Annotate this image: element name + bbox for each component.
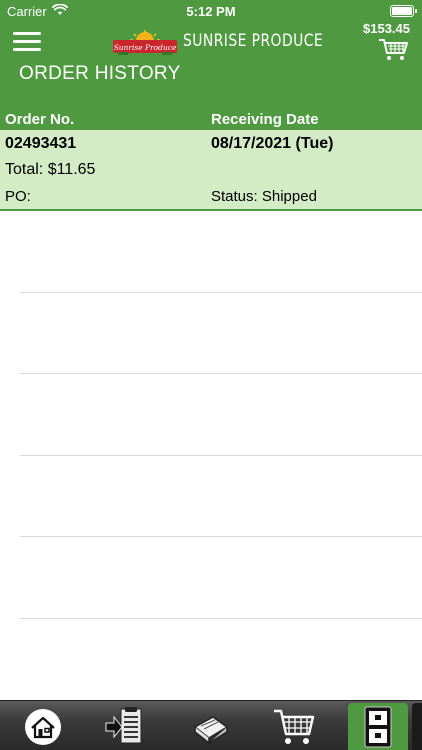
status-bar: Carrier 5:12 PM [0,0,422,22]
cart-tab-icon [274,709,315,744]
tab-catalog[interactable] [186,703,236,750]
tab-bar [0,700,422,750]
list-separator [20,292,422,293]
sunrise-logo-icon: Sunrise Produce [113,30,177,55]
list-separator [20,618,422,619]
app-header: Carrier 5:12 PM Sunrise Produce SUNRISE … [0,0,422,110]
table-header: Order No. Receiving Date [0,110,422,130]
order-row[interactable]: 02493431 08/17/2021 (Tue) Total: $11.65 … [0,130,422,211]
tab-home[interactable] [18,703,68,750]
list-separator [20,536,422,537]
order-total: Total: $11.65 [5,161,96,178]
list-separator [20,455,422,456]
home-icon [25,709,61,745]
status-time: 5:12 PM [186,4,236,19]
menu-icon[interactable] [13,31,41,53]
order-number: 02493431 [5,135,77,152]
order-guide-icon [105,707,142,744]
column-receiving-date: Receiving Date [211,111,319,128]
page-title: ORDER HISTORY [19,63,181,84]
column-order-no: Order No. [5,111,75,128]
tab-cart[interactable] [268,703,320,750]
tab-bar-edge [412,703,422,750]
order-po: PO: [5,188,31,205]
order-history-icon [364,706,392,748]
cart-icon[interactable] [378,38,410,62]
battery-icon [390,5,417,17]
logo-script-text: Sunrise Produce [114,43,177,52]
tab-order-history[interactable] [348,703,408,750]
order-status: Status: Shipped [211,188,317,205]
list-separator [20,373,422,374]
cart-total[interactable]: $153.45 [363,21,410,36]
tab-order-guide[interactable] [100,703,150,750]
catalog-book-icon [193,716,229,745]
order-receiving-date: 08/17/2021 (Tue) [211,135,334,152]
brand-logo: Sunrise Produce SUNRISE PRODUCE [112,25,323,59]
brand-name: SUNRISE PRODUCE [183,31,324,51]
